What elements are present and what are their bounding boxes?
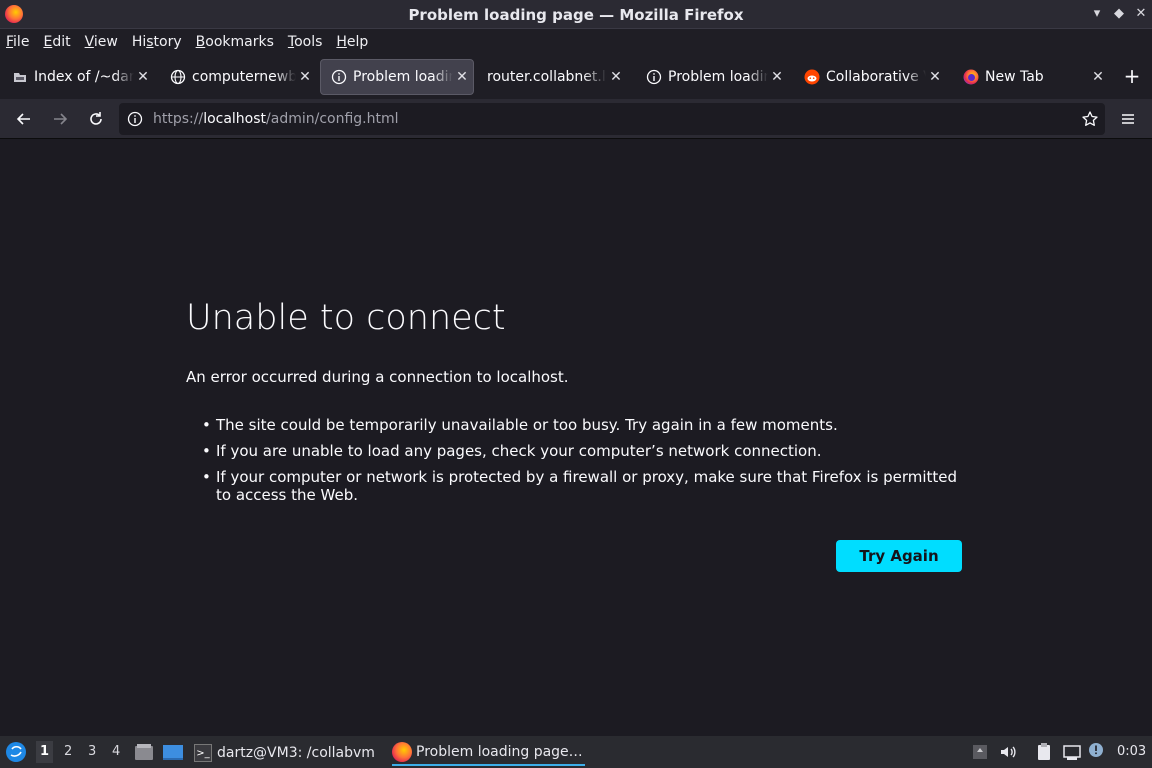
tab-close-icon[interactable]: ✕ bbox=[607, 69, 625, 85]
menu-edit[interactable]: Edit bbox=[43, 34, 70, 50]
back-button[interactable] bbox=[12, 107, 36, 131]
menu-history[interactable]: History bbox=[132, 34, 182, 50]
workspace-2[interactable]: 2 bbox=[64, 744, 72, 759]
maximize-button[interactable]: ◆ bbox=[1110, 5, 1128, 23]
error-suggestions: The site could be temporarily unavailabl… bbox=[202, 416, 972, 512]
info-icon bbox=[331, 69, 347, 85]
volume-icon[interactable] bbox=[998, 742, 1018, 762]
task-firefox[interactable]: Problem loading page… bbox=[392, 740, 585, 766]
forward-button[interactable] bbox=[48, 107, 72, 131]
bookmark-star-icon[interactable] bbox=[1081, 110, 1099, 128]
tab-close-icon[interactable]: ✕ bbox=[926, 69, 944, 85]
tab-close-icon[interactable]: ✕ bbox=[134, 69, 152, 85]
desktop-icon[interactable] bbox=[162, 742, 183, 762]
close-button[interactable]: ✕ bbox=[1132, 5, 1150, 23]
network-icon[interactable] bbox=[1062, 742, 1082, 762]
arrow-right-icon bbox=[54, 113, 68, 125]
title-bar: Problem loading page — Mozilla Firefox ▾… bbox=[0, 0, 1152, 29]
firefox-icon bbox=[963, 69, 979, 85]
site-info-icon[interactable] bbox=[127, 111, 143, 127]
minimize-button[interactable]: ▾ bbox=[1088, 5, 1106, 23]
new-tab-button[interactable]: + bbox=[1122, 66, 1142, 86]
menu-button[interactable] bbox=[1116, 107, 1140, 131]
workspace-4[interactable]: 4 bbox=[112, 744, 120, 759]
url-bar[interactable]: https://localhost/admin/config.html bbox=[119, 103, 1105, 135]
start-menu-icon[interactable] bbox=[5, 741, 27, 763]
task-terminal[interactable]: >_ dartz@VM3: /collabvm bbox=[194, 740, 375, 766]
tab-collaborative-vm[interactable]: Collaborative Virtual Machine ✕ bbox=[794, 59, 946, 95]
hamburger-menu-icon bbox=[1122, 114, 1134, 124]
menu-bookmarks[interactable]: Bookmarks bbox=[196, 34, 274, 50]
reload-button[interactable] bbox=[84, 107, 108, 131]
navigation-toolbar: https://localhost/admin/config.html bbox=[0, 99, 1152, 139]
try-again-button[interactable]: Try Again bbox=[836, 540, 962, 572]
url-text[interactable]: https://localhost/admin/config.html bbox=[153, 111, 399, 127]
list-item: If you are unable to load any pages, che… bbox=[202, 442, 972, 460]
info-icon bbox=[646, 69, 662, 85]
clipboard-icon[interactable] bbox=[1034, 742, 1054, 762]
menu-tools[interactable]: Tools bbox=[288, 34, 323, 50]
menu-help[interactable]: Help bbox=[336, 34, 368, 50]
page-content: Unable to connect An error occurred duri… bbox=[0, 140, 1152, 736]
tab-index-of[interactable]: Index of /~dartz ✕ bbox=[2, 59, 154, 95]
list-item: If your computer or network is protected… bbox=[202, 468, 972, 504]
file-manager-icon[interactable] bbox=[134, 742, 154, 762]
tab-close-icon[interactable]: ✕ bbox=[453, 69, 471, 85]
firefox-icon bbox=[392, 742, 412, 762]
scroll-indicator-icon bbox=[970, 742, 990, 762]
tab-router[interactable]: router.collabnet.local ✕ bbox=[477, 59, 627, 95]
menu-file[interactable]: File bbox=[6, 34, 29, 50]
tab-close-icon[interactable]: ✕ bbox=[296, 69, 314, 85]
notification-icon[interactable] bbox=[1088, 742, 1108, 762]
tab-bar: Index of /~dartz ✕ computernewb.com ✕ Pr… bbox=[0, 54, 1152, 99]
taskbar: 1 2 3 4 >_ dartz@VM3: /collabvm Problem … bbox=[0, 736, 1152, 768]
arrow-left-icon bbox=[16, 113, 30, 125]
workspace-3[interactable]: 3 bbox=[88, 744, 96, 759]
clock: 0:03 bbox=[1117, 744, 1147, 759]
workspace-1[interactable]: 1 bbox=[36, 741, 54, 763]
tab-new-tab[interactable]: New Tab ✕ bbox=[953, 59, 1109, 95]
tab-problem-loading[interactable]: Problem loading page ✕ bbox=[636, 59, 788, 95]
tab-close-icon[interactable]: ✕ bbox=[768, 69, 786, 85]
menu-bar: File Edit View History Bookmarks Tools H… bbox=[0, 29, 1152, 54]
tab-problem-loading-active[interactable]: Problem loading page ✕ bbox=[320, 59, 474, 95]
window-title: Problem loading page — Mozilla Firefox bbox=[408, 6, 744, 24]
error-description: An error occurred during a connection to… bbox=[186, 368, 569, 386]
folder-icon bbox=[12, 69, 28, 85]
terminal-icon: >_ bbox=[194, 744, 212, 762]
tab-computernewb[interactable]: computernewb.com ✕ bbox=[160, 59, 316, 95]
globe-icon bbox=[170, 69, 186, 85]
reddit-icon bbox=[804, 69, 820, 85]
reload-icon bbox=[90, 112, 102, 125]
menu-view[interactable]: View bbox=[85, 34, 118, 50]
error-title: Unable to connect bbox=[186, 298, 506, 338]
tab-close-icon[interactable]: ✕ bbox=[1089, 69, 1107, 85]
list-item: The site could be temporarily unavailabl… bbox=[202, 416, 972, 434]
